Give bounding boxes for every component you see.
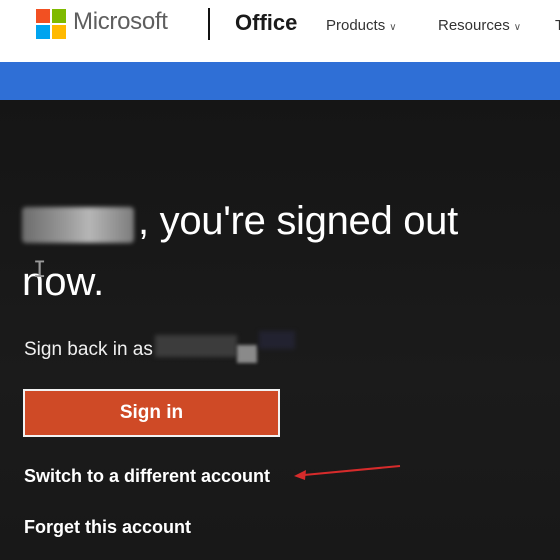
logo-square-green	[52, 9, 66, 23]
header-divider	[208, 8, 210, 40]
switch-account-link[interactable]: Switch to a different account	[24, 466, 270, 487]
nav-products[interactable]: Products ∨	[326, 17, 397, 34]
forget-account-link[interactable]: Forget this account	[24, 517, 191, 538]
brand-name[interactable]: Microsoft	[73, 8, 168, 36]
chevron-down-icon: ∨	[513, 22, 522, 33]
product-name[interactable]: Office	[235, 10, 297, 36]
redacted-user-name	[22, 207, 134, 243]
text-cursor-icon: I	[33, 258, 47, 283]
logo-square-blue	[36, 25, 50, 39]
nav-resources[interactable]: Resources ∨	[438, 17, 521, 34]
nav-products-label: Products	[326, 17, 386, 34]
microsoft-logo-icon[interactable]	[36, 9, 66, 39]
sign-in-button[interactable]: Sign in	[23, 389, 280, 437]
logo-square-red	[36, 9, 50, 23]
nav-overflow-item[interactable]: T	[555, 17, 560, 34]
redaction-block	[237, 345, 257, 363]
signed-out-hero	[0, 100, 560, 560]
redaction-block	[259, 331, 295, 349]
nav-resources-label: Resources	[438, 17, 510, 34]
chevron-down-icon: ∨	[389, 22, 397, 33]
top-nav: Microsoft Office Products ∨ Resources ∨ T	[0, 0, 560, 62]
annotation-arrow-icon	[294, 465, 401, 480]
redaction-block	[155, 335, 237, 357]
logo-square-yellow	[52, 25, 66, 39]
redacted-account-email	[155, 331, 295, 365]
headline-line-1: , you're signed out	[138, 199, 458, 243]
blue-banner	[0, 62, 560, 100]
sign-back-text: Sign back in as	[24, 339, 153, 360]
